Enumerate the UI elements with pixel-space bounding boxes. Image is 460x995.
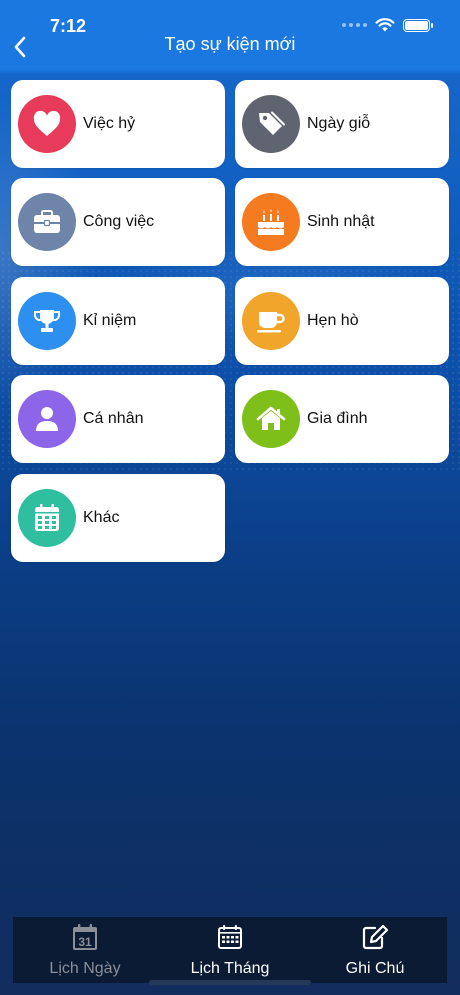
- birthday-cake-icon: [258, 209, 284, 235]
- event-type-label: Kỉ niệm: [83, 312, 137, 329]
- note-edit-icon: [362, 924, 389, 950]
- event-type-icon-circle: [242, 95, 300, 153]
- event-type-label: Hẹn hò: [307, 312, 359, 329]
- event-type-icon-circle: [242, 292, 300, 350]
- event-type-label: Khác: [83, 509, 120, 526]
- page-title: Tạo sự kiện mới: [164, 34, 296, 54]
- coffee-cup-icon: [257, 312, 285, 333]
- event-type-label: Việc hỷ: [83, 115, 136, 132]
- trophy-icon: [34, 310, 60, 332]
- calendar-day-icon: 31: [73, 924, 97, 950]
- event-type-icon-circle: [18, 390, 76, 448]
- event-type-icon-circle: [242, 193, 300, 251]
- tab-lich-thang[interactable]: Lịch Tháng: [158, 917, 302, 983]
- event-type-card[interactable]: Ngày giỗ: [235, 80, 449, 168]
- battery-icon: [403, 18, 433, 32]
- event-type-card[interactable]: Việc hỷ: [11, 80, 225, 168]
- tab-label: Ghi Chú: [345, 960, 405, 977]
- event-type-icon-circle: [18, 489, 76, 547]
- event-type-label: Sinh nhật: [307, 213, 375, 230]
- event-type-label: Gia đình: [307, 410, 368, 427]
- home-indicator: [149, 980, 311, 985]
- tab-ghi-chu[interactable]: Ghi Chú: [303, 917, 447, 983]
- tag-icon: [259, 111, 285, 135]
- status-icons: [342, 18, 433, 32]
- event-type-icon-circle: [18, 193, 76, 251]
- event-type-card[interactable]: Hẹn hò: [235, 277, 449, 365]
- event-type-card[interactable]: Khác: [11, 474, 225, 562]
- event-type-label: Cá nhân: [83, 410, 144, 427]
- event-type-card[interactable]: Công việc: [11, 178, 225, 266]
- cellular-signal-icon: [342, 23, 367, 27]
- home-icon: [256, 406, 286, 430]
- tab-lich-ngay[interactable]: 31 Lịch Ngày: [13, 917, 157, 983]
- event-type-icon-circle: [18, 292, 76, 350]
- calendar-icon: [35, 504, 59, 531]
- bottom-tab-bar: 31 Lịch Ngày Lịch Tháng Ghi Chú: [13, 917, 447, 983]
- event-type-icon-circle: [242, 390, 300, 448]
- tab-label: Lịch Ngày: [49, 960, 121, 977]
- event-type-label: Ngày giỗ: [307, 115, 371, 132]
- user-icon: [36, 407, 58, 431]
- tab-label: Lịch Tháng: [190, 960, 270, 977]
- navigation-bar: Tạo sự kiện mới: [0, 34, 460, 74]
- briefcase-icon: [34, 210, 60, 233]
- event-type-label: Công việc: [83, 213, 155, 230]
- event-type-card[interactable]: Gia đình: [235, 375, 449, 463]
- event-type-icon-circle: [18, 95, 76, 153]
- wifi-icon: [375, 18, 395, 32]
- event-type-card[interactable]: Cá nhân: [11, 375, 225, 463]
- event-type-card[interactable]: Sinh nhật: [235, 178, 449, 266]
- calendar-month-icon: [218, 925, 242, 949]
- calendar-day-number: 31: [78, 935, 92, 949]
- heart-icon: [33, 110, 61, 136]
- event-type-card[interactable]: Kỉ niệm: [11, 277, 225, 365]
